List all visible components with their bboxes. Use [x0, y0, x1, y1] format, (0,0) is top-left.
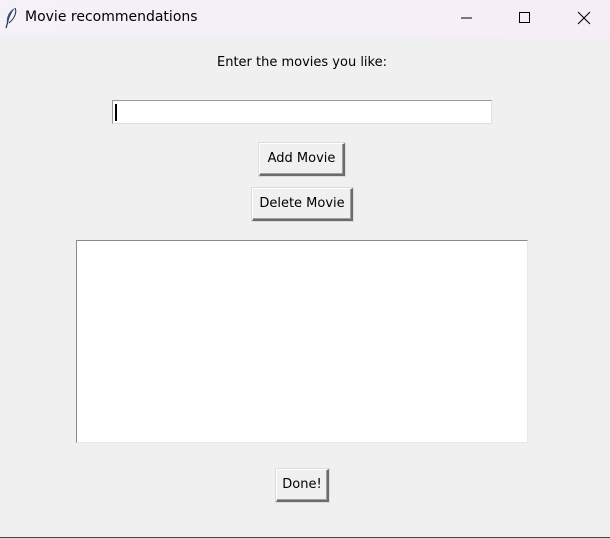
done-button[interactable]: Done!: [276, 469, 329, 502]
title-bar[interactable]: Movie recommendations: [0, 0, 610, 36]
close-icon: [577, 11, 591, 25]
minimize-icon: [461, 17, 472, 19]
window-title: Movie recommendations: [25, 9, 198, 25]
feather-icon: [3, 7, 19, 29]
app-window: Movie recommendations Enter the movies y…: [0, 0, 610, 538]
movie-listbox[interactable]: [76, 240, 528, 443]
delete-movie-button[interactable]: Delete Movie: [252, 188, 353, 221]
maximize-button[interactable]: [502, 0, 548, 36]
maximize-icon: [519, 12, 530, 23]
prompt-label: Enter the movies you like:: [216, 55, 387, 70]
minimize-button[interactable]: [444, 0, 490, 36]
close-button[interactable]: [561, 0, 607, 36]
movie-input[interactable]: [112, 100, 492, 124]
add-movie-button[interactable]: Add Movie: [259, 143, 345, 176]
text-cursor: [115, 104, 117, 121]
